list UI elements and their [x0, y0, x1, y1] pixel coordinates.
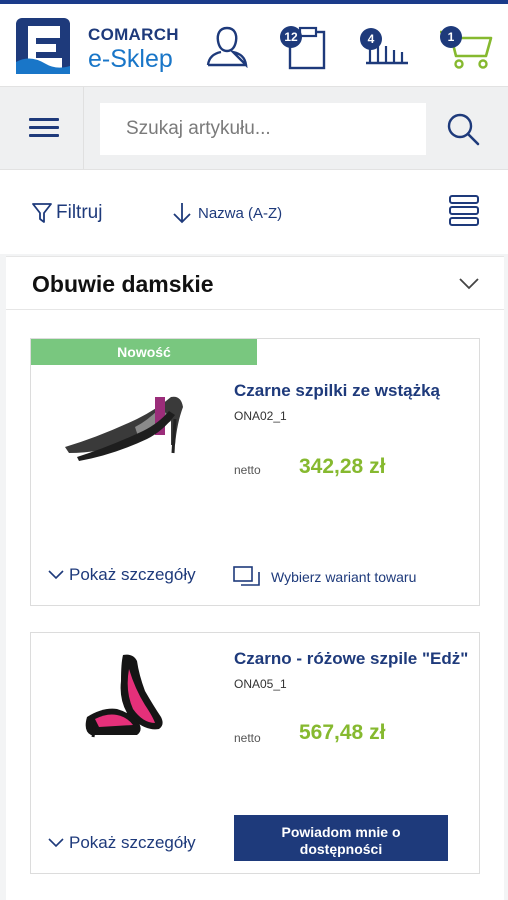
- product-image[interactable]: [59, 387, 189, 467]
- show-details-label: Pokaż szczegóły: [69, 833, 196, 852]
- search-button[interactable]: [432, 101, 492, 157]
- show-details-button[interactable]: Pokaż szczegóły: [47, 833, 196, 853]
- search-input[interactable]: [100, 103, 426, 155]
- notify-availability-button[interactable]: Powiadom mnie o dostępności: [234, 815, 448, 861]
- hamburger-line: [29, 134, 59, 137]
- user-icon[interactable]: [204, 24, 250, 68]
- product-price: 567,48 zł: [299, 721, 386, 744]
- category-title: Obuwie damskie: [32, 271, 214, 297]
- search-bar: [0, 86, 508, 170]
- sort-arrow-down-icon: [173, 203, 191, 224]
- variants-icon: [233, 566, 260, 586]
- list-view-icon: [449, 195, 479, 226]
- cart-badge: 1: [440, 26, 462, 48]
- product-image[interactable]: [83, 651, 169, 739]
- category-dropdown[interactable]: Obuwie damskie: [6, 256, 504, 310]
- brand-name: COMARCH: [88, 25, 179, 44]
- page: COMARCH e-Sklep 12 4 1 Szukaj artykułu..…: [0, 0, 508, 900]
- search-icon: [447, 113, 480, 146]
- product-price: 342,28 zł: [299, 455, 386, 478]
- hamburger-menu-button[interactable]: [0, 87, 84, 169]
- product-card: Czarno - różowe szpile "Edż" ONA05_1 net…: [30, 632, 480, 874]
- clipboard-button[interactable]: 12: [278, 22, 330, 72]
- chevron-down-icon: [459, 278, 479, 290]
- compare-button[interactable]: 4: [358, 22, 412, 72]
- product-code: ONA02_1: [234, 409, 287, 423]
- brand-subname: e-Sklep: [88, 45, 173, 73]
- product-card: Nowość Czarne szpilki ze wstążką ONA02_1…: [30, 338, 480, 606]
- hamburger-line: [29, 118, 59, 121]
- list-toolbar: Filtruj Nazwa (A-Z): [0, 170, 508, 254]
- show-details-button[interactable]: Pokaż szczegóły: [47, 565, 196, 585]
- filter-label: Filtruj: [56, 202, 103, 223]
- netto-label: netto: [234, 731, 261, 745]
- filter-button[interactable]: Filtruj: [32, 198, 102, 228]
- view-toggle-button[interactable]: [448, 194, 480, 228]
- header: COMARCH e-Sklep 12 4 1: [0, 4, 508, 86]
- hamburger-line: [29, 126, 59, 129]
- filter-funnel-icon: [32, 203, 52, 223]
- clipboard-badge: 12: [280, 26, 302, 48]
- sort-button[interactable]: Nazwa (A-Z): [172, 198, 282, 228]
- product-name-link[interactable]: Czarne szpilki ze wstążką: [234, 381, 440, 401]
- product-code: ONA05_1: [234, 677, 287, 691]
- netto-label: netto: [234, 463, 261, 477]
- chevron-down-icon: [48, 570, 64, 580]
- chevron-down-icon: [48, 838, 64, 848]
- sort-label: Nazwa (A-Z): [198, 204, 283, 222]
- product-name-link[interactable]: Czarno - różowe szpile "Edż": [234, 649, 468, 669]
- choose-variant-button[interactable]: Wybierz wariant towaru: [233, 565, 416, 589]
- show-details-label: Pokaż szczegóły: [69, 565, 196, 584]
- choose-variant-label: Wybierz wariant towaru: [271, 569, 417, 585]
- comarch-logo-icon[interactable]: [16, 18, 70, 74]
- compare-badge: 4: [360, 28, 382, 50]
- cart-button[interactable]: 1: [436, 22, 496, 72]
- new-badge: Nowość: [31, 339, 257, 365]
